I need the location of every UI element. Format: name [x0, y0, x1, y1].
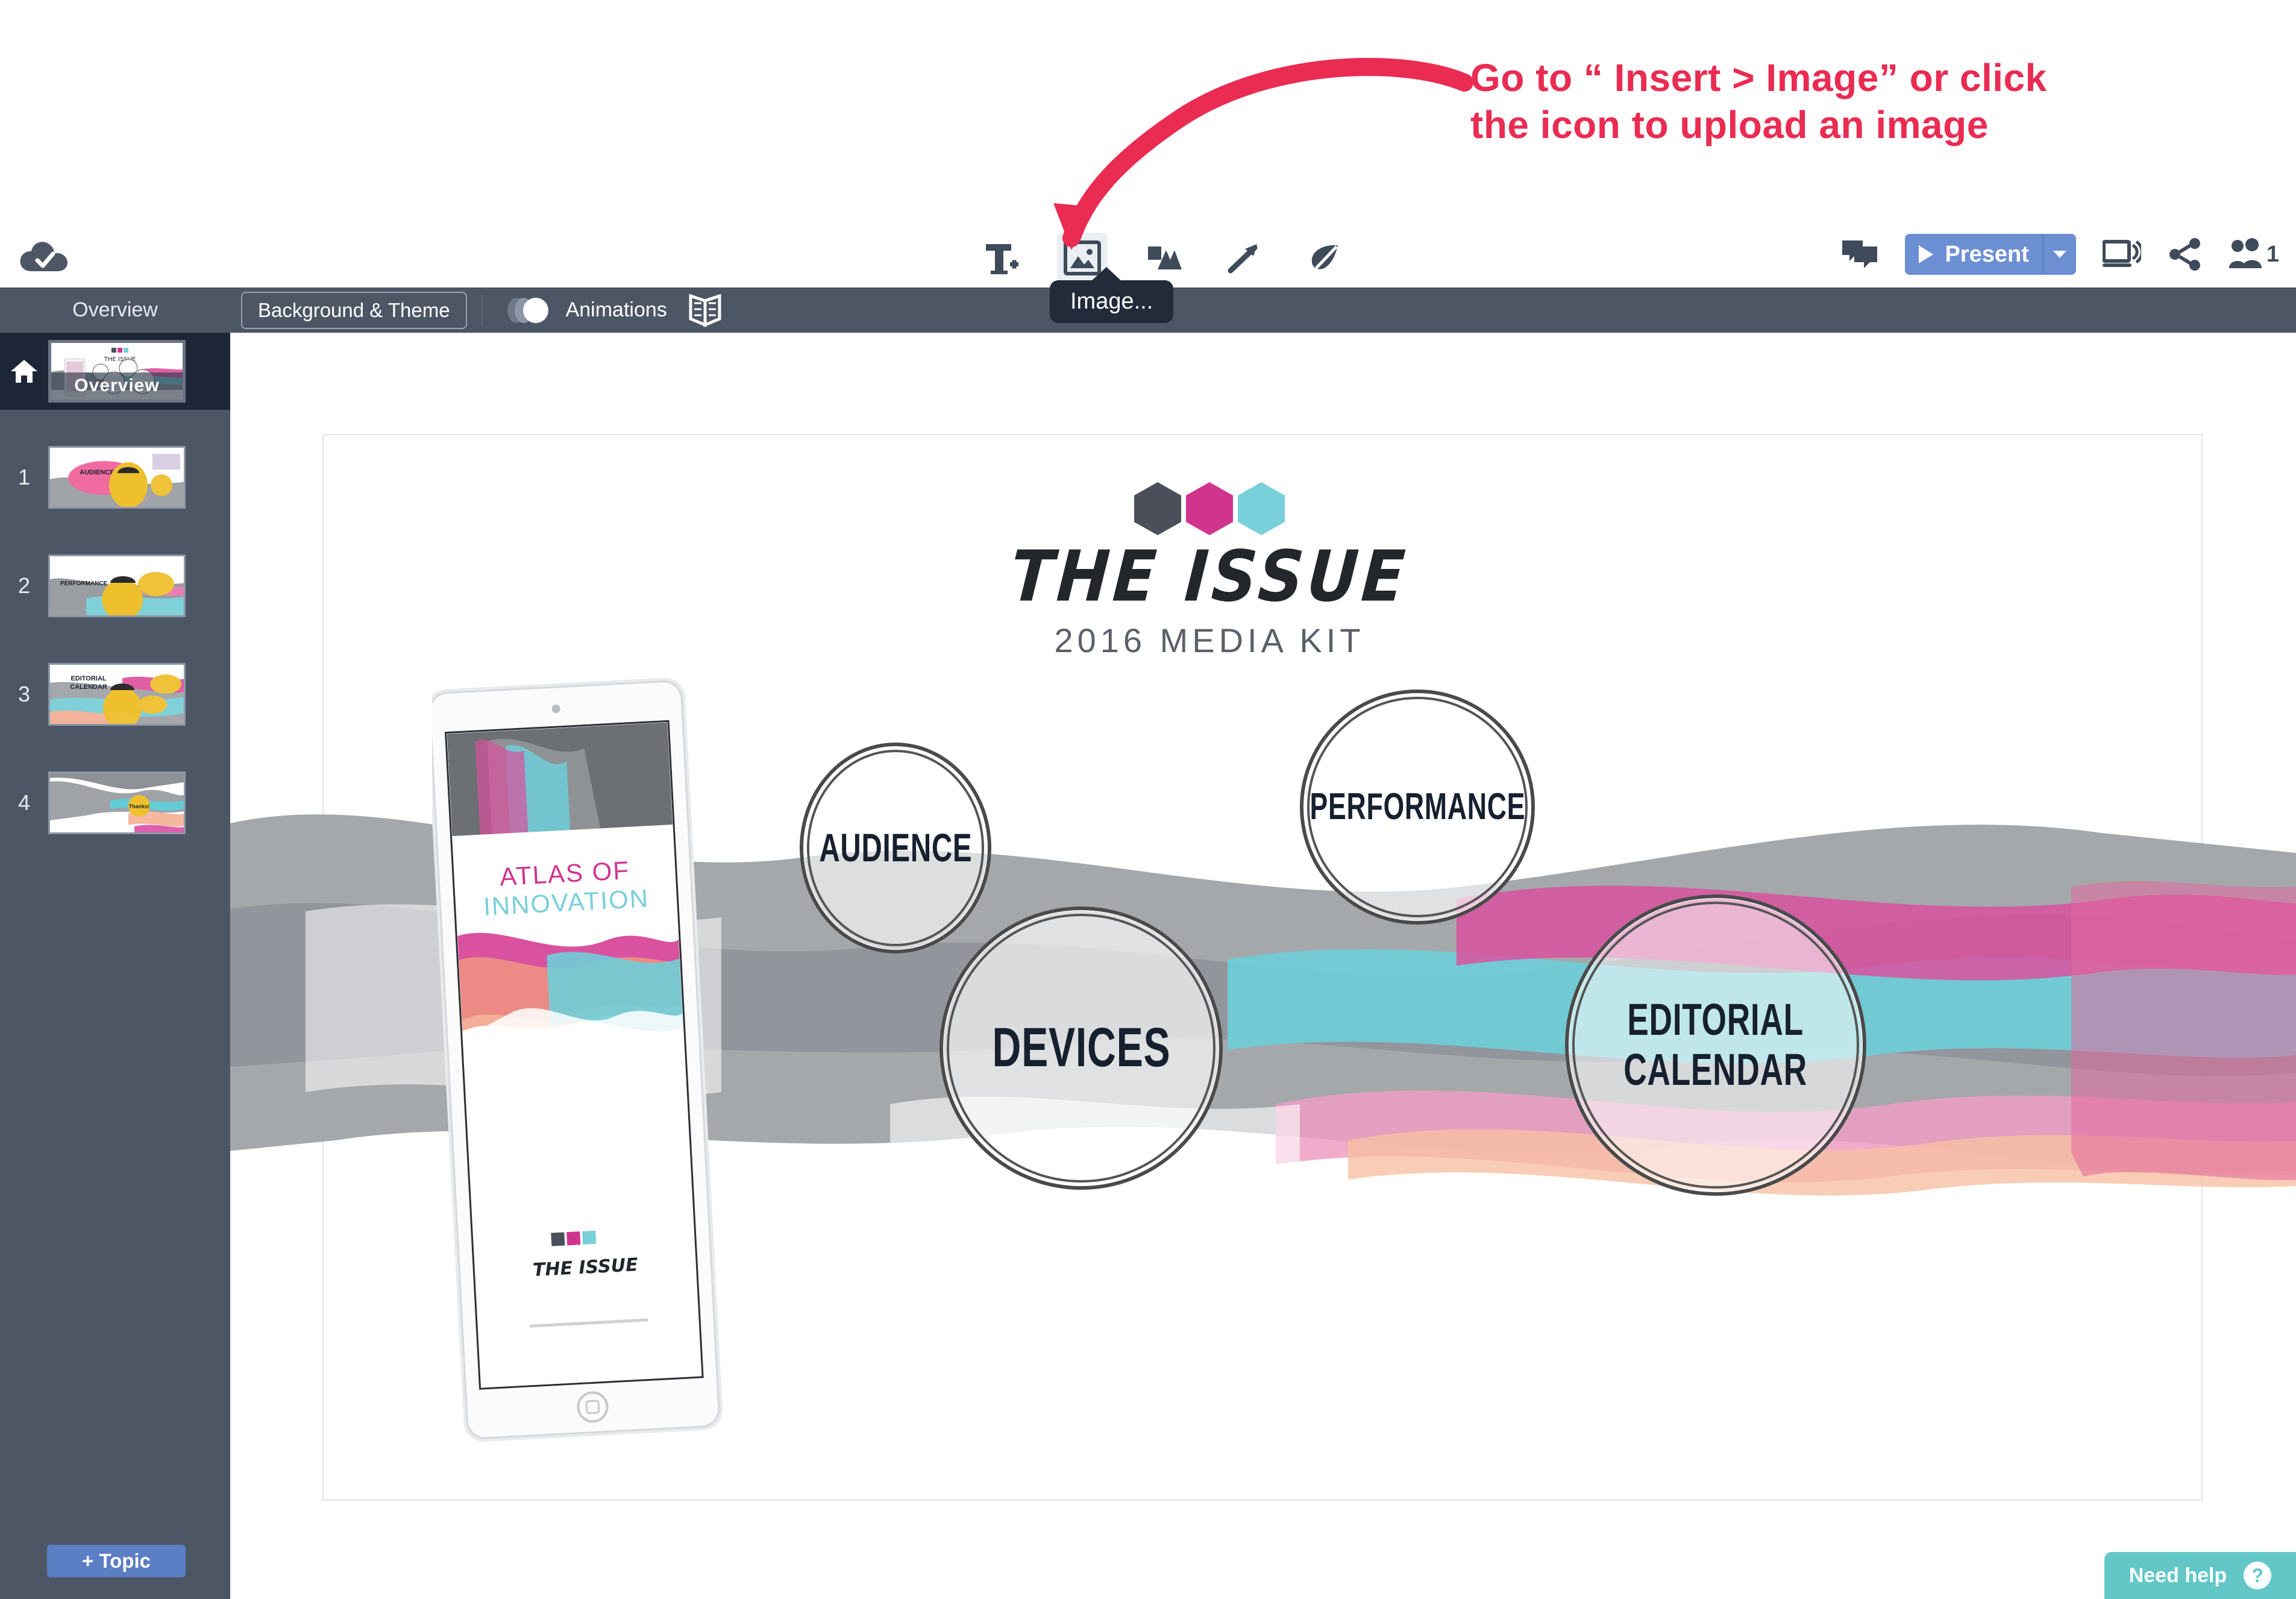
annotation-overlay: Go to “ Insert > Image” or click the ico… — [0, 0, 2296, 250]
slides-sidebar: THE ISSUE Overview 1 AUDIENCE 2 PERFORMA… — [0, 333, 230, 1599]
tab-overview[interactable]: Overview — [0, 287, 230, 333]
slide-canvas[interactable]: THE ISSUE 2016 MEDIA KIT ATLAS OF INNOVA… — [230, 434, 2296, 1501]
need-help-button[interactable]: Need help ? — [2104, 1552, 2296, 1599]
slide-thumbnail[interactable]: AUDIENCE — [48, 446, 186, 509]
svg-text:Thanks!: Thanks! — [129, 803, 150, 809]
slide-1-image: AUDIENCE — [50, 448, 184, 507]
list-item[interactable]: 1 AUDIENCE — [0, 423, 230, 532]
slide-3-image: EDITORIAL CALENDAR — [50, 665, 184, 724]
need-help-label: Need help — [2128, 1563, 2227, 1587]
overview-thumbnail-caption: Overview — [51, 372, 183, 400]
annotation-text: Go to “ Insert > Image” or click the ico… — [1470, 54, 2272, 148]
topic-label-audience: AUDIENCE — [819, 825, 972, 870]
overview-thumbnail[interactable]: THE ISSUE Overview — [48, 340, 186, 403]
topic-circle-devices[interactable]: DEVICES — [939, 906, 1223, 1190]
slide-2-image: PERFORMANCE — [50, 556, 184, 615]
topic-circle-performance[interactable]: PERFORMANCE — [1300, 690, 1535, 925]
list-item[interactable]: 2 PERFORMANCE — [0, 532, 230, 640]
tooltip-pointer — [1090, 267, 1123, 283]
annotation-line-2: the icon to upload an image — [1470, 103, 1989, 147]
slide-number: 1 — [17, 465, 31, 489]
logo-hex-cyan — [1238, 482, 1285, 535]
tooltip-label: Image... — [1050, 280, 1174, 323]
animations-label: Animations — [565, 298, 667, 321]
home-icon-wrap — [0, 359, 48, 384]
add-topic-button[interactable]: + Topic — [47, 1545, 186, 1577]
chevron-down-icon — [2053, 251, 2066, 258]
slide-thumbnail-list: 1 AUDIENCE 2 PERFORMANCE 3 EDITORIAL CAL… — [0, 410, 230, 857]
topic-label-editorial-calendar: EDITORIAL CALENDAR — [1623, 994, 1808, 1095]
slide-number: 2 — [17, 573, 31, 598]
background-theme-button[interactable]: Background & Theme — [241, 291, 467, 329]
topic-circle-editorial-calendar[interactable]: EDITORIAL CALENDAR — [1565, 894, 1866, 1196]
topic-circle-audience[interactable]: AUDIENCE — [800, 743, 991, 953]
topic-label-performance: PERFORMANCE — [1310, 786, 1525, 828]
slide-thumbnail[interactable]: PERFORMANCE — [48, 554, 186, 617]
annotation-arrow-icon — [1053, 58, 1473, 250]
svg-text:EDITORIAL: EDITORIAL — [71, 675, 106, 682]
image-tool-tooltip: Image... — [1050, 267, 1174, 323]
logo-subtitle: 2016 MEDIA KIT — [1054, 621, 1365, 659]
slide-4-image: Thanks! — [50, 773, 184, 832]
home-icon — [11, 360, 37, 383]
logo-hex-dark — [1134, 482, 1181, 535]
sidebar-item-overview[interactable]: THE ISSUE Overview — [0, 333, 230, 410]
topic-label-devices: DEVICES — [992, 1017, 1170, 1079]
editor-canvas-area: THE ISSUE 2016 MEDIA KIT ATLAS OF INNOVA… — [230, 333, 2296, 1599]
logo-hexagons — [1011, 482, 1408, 535]
play-icon — [1919, 245, 1934, 263]
toolbar-divider — [481, 294, 483, 326]
list-item[interactable]: 3 EDITORIAL CALENDAR — [0, 640, 230, 749]
slide-logo: THE ISSUE 2016 MEDIA KIT — [1008, 482, 1411, 660]
tablet-mockup: ATLAS OF INNOVATION THE ISSUE — [432, 677, 723, 1442]
slide-thumbnail[interactable]: EDITORIAL CALENDAR — [48, 663, 186, 726]
logo-hex-magenta — [1186, 482, 1233, 535]
question-mark-icon: ? — [2244, 1562, 2272, 1589]
slide-thumbnail[interactable]: Thanks! — [48, 771, 186, 834]
slide-number: 4 — [17, 790, 31, 815]
logo-wordmark: THE ISSUE — [1008, 535, 1411, 618]
svg-text:CALENDAR: CALENDAR — [70, 683, 107, 691]
animations-toggle[interactable] — [506, 296, 553, 325]
svg-text:PERFORMANCE: PERFORMANCE — [60, 580, 108, 587]
annotation-line-1: Go to “ Insert > Image” or click — [1470, 56, 2047, 99]
list-item[interactable]: 4 Thanks! — [0, 749, 230, 857]
slide-number: 3 — [17, 682, 31, 706]
animations-toggle-group[interactable]: Animations — [506, 296, 667, 325]
book-spread-icon[interactable] — [689, 294, 721, 327]
tablet-cover-art: ATLAS OF INNOVATION THE ISSUE — [447, 722, 701, 1388]
svg-text:AUDIENCE: AUDIENCE — [80, 469, 114, 476]
